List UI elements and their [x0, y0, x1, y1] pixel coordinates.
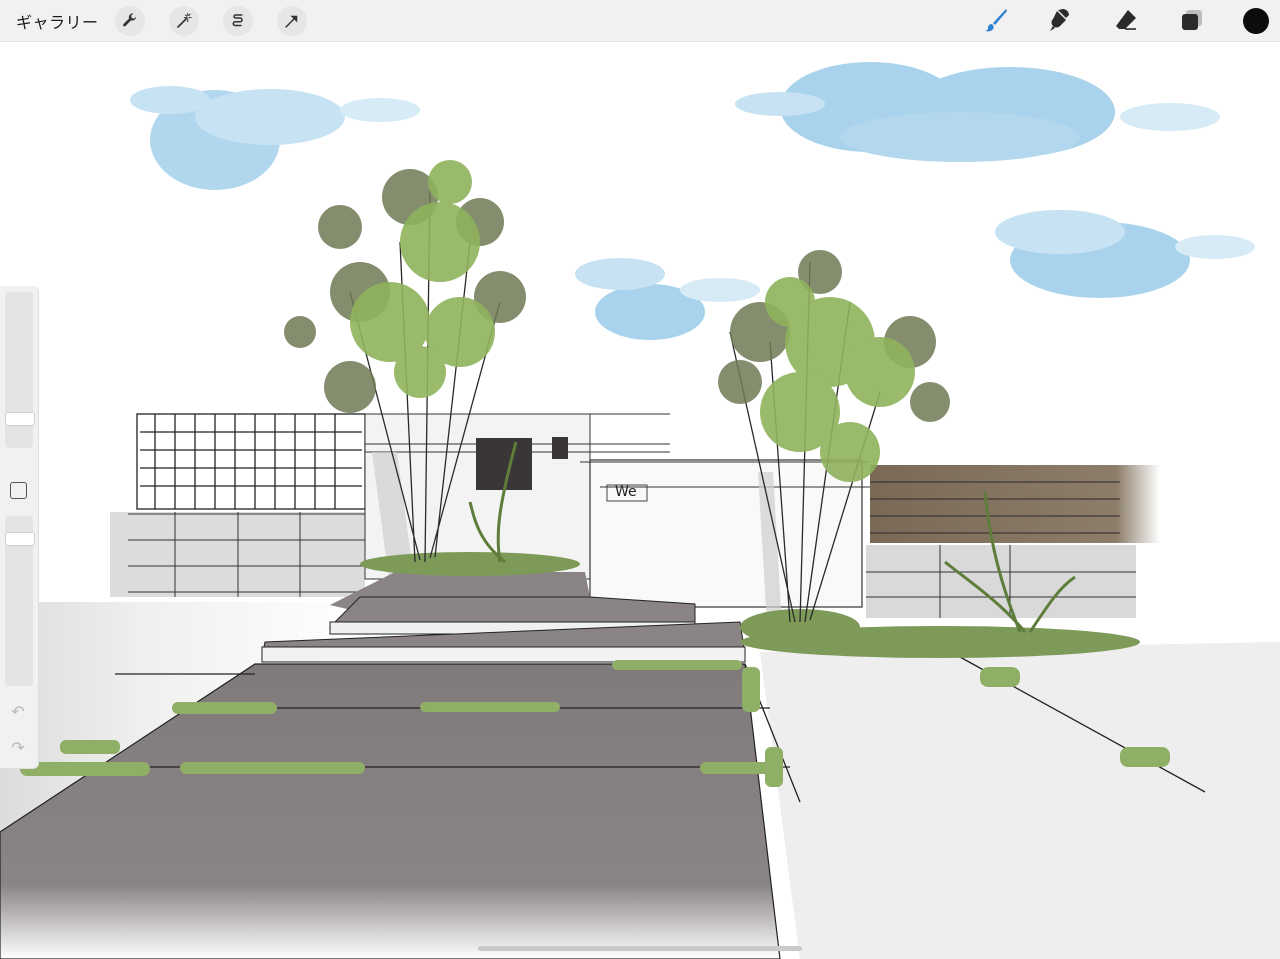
selection-button[interactable] — [223, 6, 253, 36]
left-grid-fence — [136, 413, 366, 510]
selection-icon — [232, 14, 243, 27]
eraser-tool-button[interactable] — [1111, 5, 1141, 35]
adjustments-button[interactable] — [169, 6, 199, 36]
nameplate: We — [615, 484, 637, 500]
square-icon[interactable] — [10, 482, 27, 499]
actions-button[interactable] — [115, 6, 145, 36]
layers-icon — [1182, 10, 1202, 30]
mailbox — [476, 438, 532, 490]
undo-icon[interactable]: ↶ — [9, 704, 27, 722]
layers-button[interactable] — [1177, 5, 1207, 35]
home-indicator — [478, 946, 802, 951]
smudge-icon — [1050, 9, 1069, 31]
top-toolbar: ギャラリー — [0, 0, 1280, 42]
gallery-button[interactable]: ギャラリー — [16, 9, 99, 33]
color-picker-button[interactable] — [1243, 8, 1269, 34]
eraser-icon — [1116, 10, 1136, 30]
garden-sketch-illustration: We — [0, 62, 1280, 959]
clouds — [130, 62, 1255, 340]
transform-button[interactable] — [277, 6, 307, 36]
brush-tool-button[interactable] — [981, 5, 1011, 35]
smudge-tool-button[interactable] — [1045, 5, 1075, 35]
wrench-icon — [123, 13, 136, 27]
redo-icon[interactable]: ↷ — [9, 740, 27, 758]
drawing-canvas[interactable]: We — [0, 42, 1280, 959]
brush-icon — [985, 9, 1007, 32]
opacity-thumb[interactable] — [5, 532, 35, 546]
brush-size-thumb[interactable] — [5, 412, 35, 426]
left-sidebar: ↶ ↷ — [0, 286, 39, 769]
magic-wand-icon — [177, 12, 192, 28]
transform-arrow-icon — [285, 15, 298, 28]
